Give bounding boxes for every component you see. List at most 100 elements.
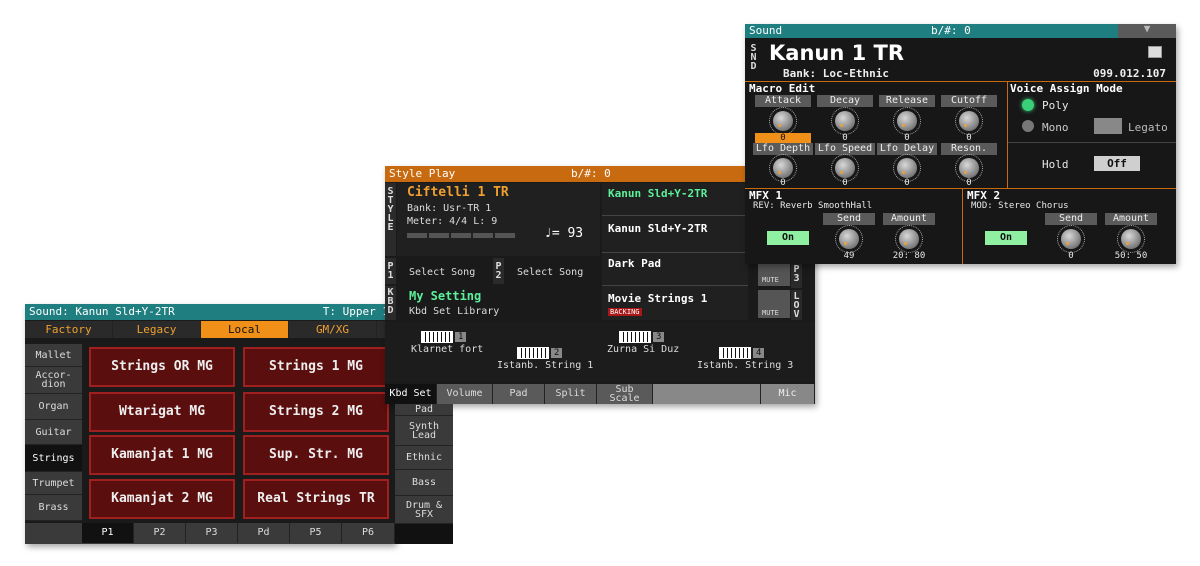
bank-tab-factory[interactable]: Factory [25,321,113,338]
category-mallet[interactable]: Mallet [25,344,82,367]
track-4[interactable]: Movie Strings 1 BACKING [602,286,748,320]
mfx2-on-button[interactable]: On [985,231,1027,245]
value-attack: 0 [755,133,811,143]
track-3-name: Dark Pad [608,257,661,270]
page-tab-p4[interactable]: Pd [238,523,290,543]
letter: D [750,61,757,72]
value-reson: 0 [966,178,972,188]
category-organ[interactable]: Organ [25,394,82,420]
hold-button[interactable]: Off [1094,156,1140,171]
sound-tile[interactable]: Strings 1 MG [243,347,389,387]
sound-tile[interactable]: Kamanjat 1 MG [89,435,235,475]
cutoff-knob[interactable] [959,111,979,131]
mfx2-area: MFX 2 MOD: Stereo Chorus Send Amount On … [963,188,1176,264]
sound-tile[interactable]: Sup. Str. MG [243,435,389,475]
mfx1-amount-knob[interactable] [899,229,919,249]
track-3[interactable]: Dark Pad [602,253,748,286]
select-song-1[interactable]: Select Song [399,258,493,284]
mfx1-area: MFX 1 REV: Reverb SmoothHall Send Amount… [745,188,963,264]
sound-tile[interactable]: Wtarigat MG [89,392,235,432]
category-brass[interactable]: Brass [25,495,82,521]
value-release: 0 [904,133,910,143]
mfx1-on-button[interactable]: On [767,231,809,245]
voice-assign-title: Voice Assign Mode [1010,82,1123,95]
poly-radio[interactable] [1022,99,1034,111]
mute-label-2: MUTE [762,309,779,317]
style-area[interactable]: Ciftelli 1 TR Bank: Usr-TR 1 Meter: 4/4 … [397,183,600,256]
tab-split[interactable]: Split [545,384,597,404]
voice-divider [1008,142,1176,143]
snd-title-bar: Sound b/#: 0 ▼ [745,24,1176,38]
bank-tab-gmxg[interactable]: GM/XG [289,321,377,338]
keyboard-icon [619,330,651,343]
value-lfo-delay: 0 [904,178,910,188]
kbd-layer-3[interactable]: 3 [619,326,665,345]
tab-pad[interactable]: Pad [493,384,545,404]
select-song-2[interactable]: Select Song [505,258,600,284]
mono-radio[interactable] [1022,120,1034,132]
category-guitar[interactable]: Guitar [25,420,82,445]
bank-tab-legacy[interactable]: Legacy [113,321,201,338]
my-setting[interactable]: My Setting [409,289,481,303]
reson-knob[interactable] [959,158,979,178]
mfx2-send-knob[interactable] [1061,229,1081,249]
attack-knob[interactable] [773,111,793,131]
page-tab-p3[interactable]: P3 [186,523,238,543]
tab-volume[interactable]: Volume [437,384,493,404]
category-pad[interactable]: Pad [395,404,453,416]
letter: V [793,309,800,320]
sound-tile[interactable]: Real Strings TR [243,479,389,519]
kbd-layer-4[interactable]: 4 [719,342,765,361]
tab-mic[interactable]: Mic [761,384,815,404]
tab-kbd-set[interactable]: Kbd Set [385,384,437,404]
dropdown-arrow-icon[interactable]: ▼ [1118,24,1176,38]
lfo-speed-knob[interactable] [835,158,855,178]
knob-label-release: Release [879,95,935,107]
category-strings[interactable]: Strings [25,445,82,472]
layer-num: 1 [455,331,467,342]
release-knob[interactable] [897,111,917,131]
page-tab-p1[interactable]: P1 [82,523,134,543]
track-4-name: Movie Strings 1 [608,292,708,305]
drum-sfx-label: Drum & SFX [405,499,443,520]
knob-label-decay: Decay [817,95,873,107]
mono-label: Mono [1042,121,1069,134]
voice-assign-area: Voice Assign Mode Poly Mono Legato Hold … [1008,81,1176,188]
page-tab-p2[interactable]: P2 [134,523,186,543]
page-tab-p5[interactable]: P5 [290,523,342,543]
synth-lead-label: Synth Lead [408,420,440,441]
backing-badge: BACKING [608,308,642,316]
mfx1-send-label: Send [823,213,875,225]
mfx1-send-knob[interactable] [839,229,859,249]
kbd-layer-1[interactable]: 1 [421,326,467,345]
category-accordion[interactable]: Accor- dion [25,367,82,394]
track-1[interactable]: Kanun Sld+Y-2TR [602,183,748,216]
lfo-depth-knob[interactable] [773,158,793,178]
mfx2-amount-value: 50: 50 [1114,251,1148,261]
kbd-layer-2[interactable]: 2 [517,342,563,361]
category-ethnic[interactable]: Ethnic [395,446,453,470]
sound-tile[interactable]: Strings OR MG [89,347,235,387]
sound-tile[interactable]: Strings 2 MG [243,392,389,432]
mute-button-2[interactable]: MUTE [758,290,790,318]
tab-sub-scale[interactable]: Sub Scale [597,384,653,404]
mfx2-amount-knob[interactable] [1121,229,1141,249]
page-tab-p6[interactable]: P6 [342,523,395,543]
category-synth-lead[interactable]: Synth Lead [395,416,453,446]
category-trumpet[interactable]: Trumpet [25,472,82,495]
category-bass[interactable]: Bass [395,470,453,496]
tab-blank [653,384,761,404]
kbd-sound-1: Klarnet fort [411,344,484,355]
sound-tile[interactable]: Kamanjat 2 MG [89,479,235,519]
lfo-delay-knob[interactable] [897,158,917,178]
mute-button[interactable]: MUTE [758,262,790,286]
legato-checkbox[interactable] [1094,118,1122,134]
sound-title-bar: Sound: Kanun Sld+Y-2TR T: Upper 1 [25,304,395,320]
track-2[interactable]: Kanun Sld+Y-2TR [602,216,748,253]
category-drum-sfx[interactable]: Drum & SFX [395,496,453,524]
mfx1-amount-label: Amount [883,213,935,225]
bank-tab-local[interactable]: Local [201,321,289,338]
letter: E [387,222,394,233]
decay-knob[interactable] [835,111,855,131]
macro-edit-title: Macro Edit [749,82,816,95]
